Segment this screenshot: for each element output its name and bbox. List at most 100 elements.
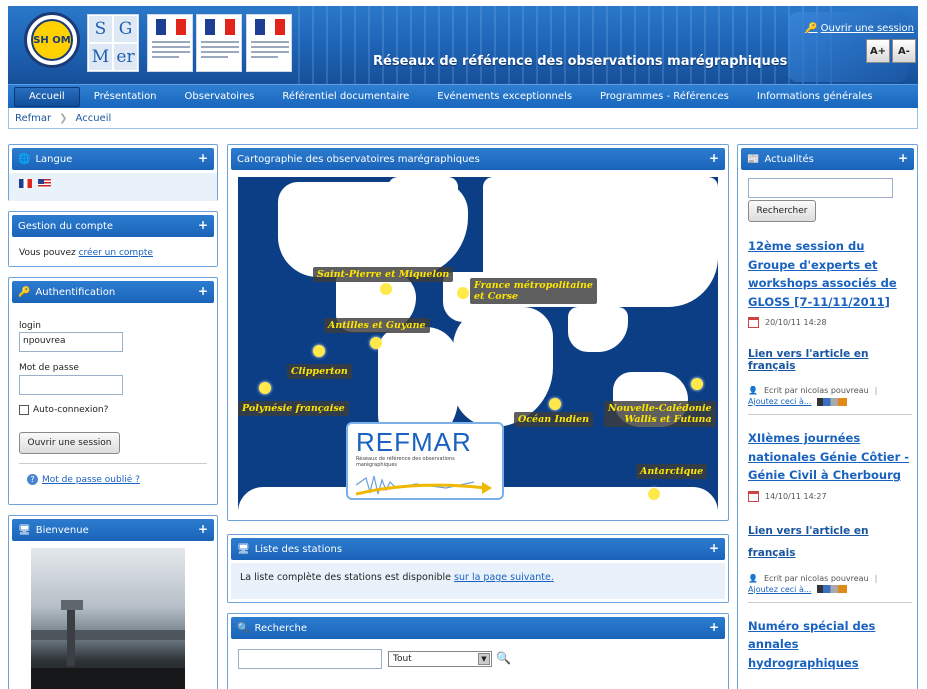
news-title[interactable]: 12ème session du Groupe d'experts et wor…: [748, 237, 912, 311]
shom-logo[interactable]: SH OM: [24, 12, 80, 68]
nav-item-presentation[interactable]: Présentation: [80, 87, 171, 107]
ministry-logo-3[interactable]: [246, 14, 292, 72]
nav-item-evenements[interactable]: Evénements exceptionnels: [423, 87, 586, 107]
chevron-down-icon: ▼: [478, 653, 490, 665]
station-search-input[interactable]: [238, 649, 382, 669]
share-link[interactable]: Ajoutez ceci à...: [748, 585, 811, 594]
actualites-header: 📰 Actualités +: [741, 148, 914, 170]
news-item: Numéro spécial des annales hydrographiqu…: [748, 617, 912, 673]
news-title[interactable]: Numéro spécial des annales hydrographiqu…: [748, 617, 912, 673]
refmar-wave-icon: [356, 475, 492, 496]
login-label: login: [19, 321, 41, 331]
font-increase-button[interactable]: A+: [866, 39, 890, 63]
author-icon: 👤: [748, 573, 758, 583]
header-decoration: [298, 6, 838, 84]
breadcrumb-current[interactable]: Accueil: [76, 113, 112, 124]
share-icons[interactable]: [817, 397, 848, 406]
sigmer-logo[interactable]: S G M er: [87, 14, 139, 72]
main-nav: Accueil Présentation Observatoires Référ…: [8, 84, 918, 108]
expand-icon[interactable]: +: [198, 152, 208, 164]
marker-antilles[interactable]: [370, 337, 382, 349]
news-fr-link[interactable]: Lien vers l'article en français: [748, 348, 912, 372]
auto-connexion-checkbox[interactable]: [19, 405, 29, 415]
bienvenue-header: 🖥 Bienvenue +: [12, 519, 214, 541]
create-account-link[interactable]: créer un compte: [79, 248, 153, 258]
news-list: 12ème session du Groupe d'experts et wor…: [748, 237, 912, 672]
font-decrease-button[interactable]: A-: [892, 39, 916, 63]
ministry-logo-1[interactable]: [147, 14, 193, 72]
compte-box: Gestion du compte + Vous pouvez créer un …: [8, 211, 218, 267]
auth-divider: [19, 463, 207, 464]
news-item: 12ème session du Groupe d'experts et wor…: [748, 237, 912, 406]
marker-ocean-indien[interactable]: [549, 398, 561, 410]
news-divider: [748, 601, 912, 603]
label-nc[interactable]: Nouvelle-Calédonie Wallis et Futuna: [604, 401, 716, 427]
marker-polynesie[interactable]: [259, 382, 271, 394]
news-fr-link[interactable]: Lien vers l'article en français: [748, 520, 878, 564]
login-submit-button[interactable]: Ouvrir une session: [19, 432, 120, 454]
label-clipperton[interactable]: Clipperton: [287, 364, 352, 379]
globe-icon: 🌐: [18, 153, 31, 165]
auto-connexion-label: Auto-connexion?: [33, 405, 109, 415]
expand-icon[interactable]: +: [709, 621, 719, 633]
compte-text: Vous pouvez: [19, 248, 79, 258]
carto-box: Cartographie des observatoires marégraph…: [227, 144, 729, 521]
stations-box: 🖥 Liste des stations + La liste complète d…: [227, 534, 729, 603]
nav-item-accueil[interactable]: Accueil: [14, 86, 80, 107]
expand-icon[interactable]: +: [198, 523, 208, 535]
news-search-button[interactable]: Rechercher: [748, 200, 816, 222]
label-antarctique[interactable]: Antarctique: [636, 464, 708, 479]
ministry-logo-2[interactable]: [196, 14, 242, 72]
breadcrumb: Refmar ❯ Accueil: [8, 108, 918, 129]
search-submit-icon[interactable]: 🔍: [496, 651, 511, 665]
flag-us-icon[interactable]: [37, 179, 51, 188]
expand-icon[interactable]: +: [198, 219, 208, 231]
marker-clipperton[interactable]: [313, 345, 325, 357]
recherche-header: 🔍 Recherche +: [231, 617, 725, 639]
label-ocean-indien[interactable]: Océan Indien: [514, 412, 594, 427]
expand-icon[interactable]: +: [709, 542, 719, 554]
welcome-photo: [31, 548, 185, 689]
share-icons[interactable]: [817, 585, 848, 593]
marker-nc[interactable]: [691, 378, 703, 390]
marker-spm[interactable]: [380, 283, 392, 295]
stations-header: 🖥 Liste des stations +: [231, 538, 725, 560]
share-link[interactable]: Ajoutez ceci à...: [748, 397, 811, 406]
label-spm[interactable]: Saint-Pierre et Miquelon: [313, 267, 454, 282]
password-input[interactable]: [19, 375, 123, 395]
label-polynesie[interactable]: Polynésie française: [238, 401, 349, 416]
key-icon: 🔑: [805, 23, 818, 34]
bienvenue-box: 🖥 Bienvenue +: [8, 515, 218, 689]
marker-antarctique[interactable]: [648, 488, 660, 500]
monitor-icon: 🖥: [18, 524, 31, 536]
expand-icon[interactable]: +: [709, 152, 719, 164]
nav-item-referentiel[interactable]: Référentiel documentaire: [268, 87, 423, 107]
label-france[interactable]: France métropolitaine et Corse: [470, 278, 597, 304]
auth-header: 🔑 Authentification +: [12, 281, 214, 303]
refmar-logo[interactable]: REFMAR Réseaux de référence des observat…: [346, 422, 504, 500]
expand-icon[interactable]: +: [898, 152, 908, 164]
nav-item-programmes[interactable]: Programmes - Références: [586, 87, 743, 107]
breadcrumb-separator-icon: ❯: [59, 112, 68, 124]
station-type-select[interactable]: Tout ▼: [388, 651, 492, 667]
nav-item-informations[interactable]: Informations générales: [743, 87, 887, 107]
login-input[interactable]: npouvrea: [19, 332, 123, 352]
forgot-password-link[interactable]: Mot de passe oublié ?: [42, 475, 140, 485]
calendar-icon: [748, 317, 759, 328]
key-icon: 🔑: [18, 286, 31, 298]
help-icon: ?: [27, 474, 38, 485]
breadcrumb-root[interactable]: Refmar: [15, 113, 51, 124]
news-title[interactable]: XIIèmes journées nationales Génie Côtier…: [748, 429, 912, 485]
expand-icon[interactable]: +: [198, 285, 208, 297]
label-antilles[interactable]: Antilles et Guyane: [324, 318, 430, 333]
news-search-input[interactable]: [748, 178, 893, 198]
search-icon: 🔍: [237, 622, 250, 634]
recherche-box: 🔍 Recherche + Tout ▼ 🔍: [227, 613, 729, 689]
marker-france[interactable]: [457, 287, 469, 299]
flag-fr-icon[interactable]: [19, 179, 32, 188]
land-africa: [453, 307, 553, 427]
observatories-map[interactable]: Saint-Pierre et Miquelon France métropol…: [238, 177, 718, 510]
login-link[interactable]: 🔑 Ouvrir une session: [805, 23, 914, 34]
nav-item-observatoires[interactable]: Observatoires: [171, 87, 269, 107]
stations-link[interactable]: sur la page suivante.: [454, 572, 554, 583]
